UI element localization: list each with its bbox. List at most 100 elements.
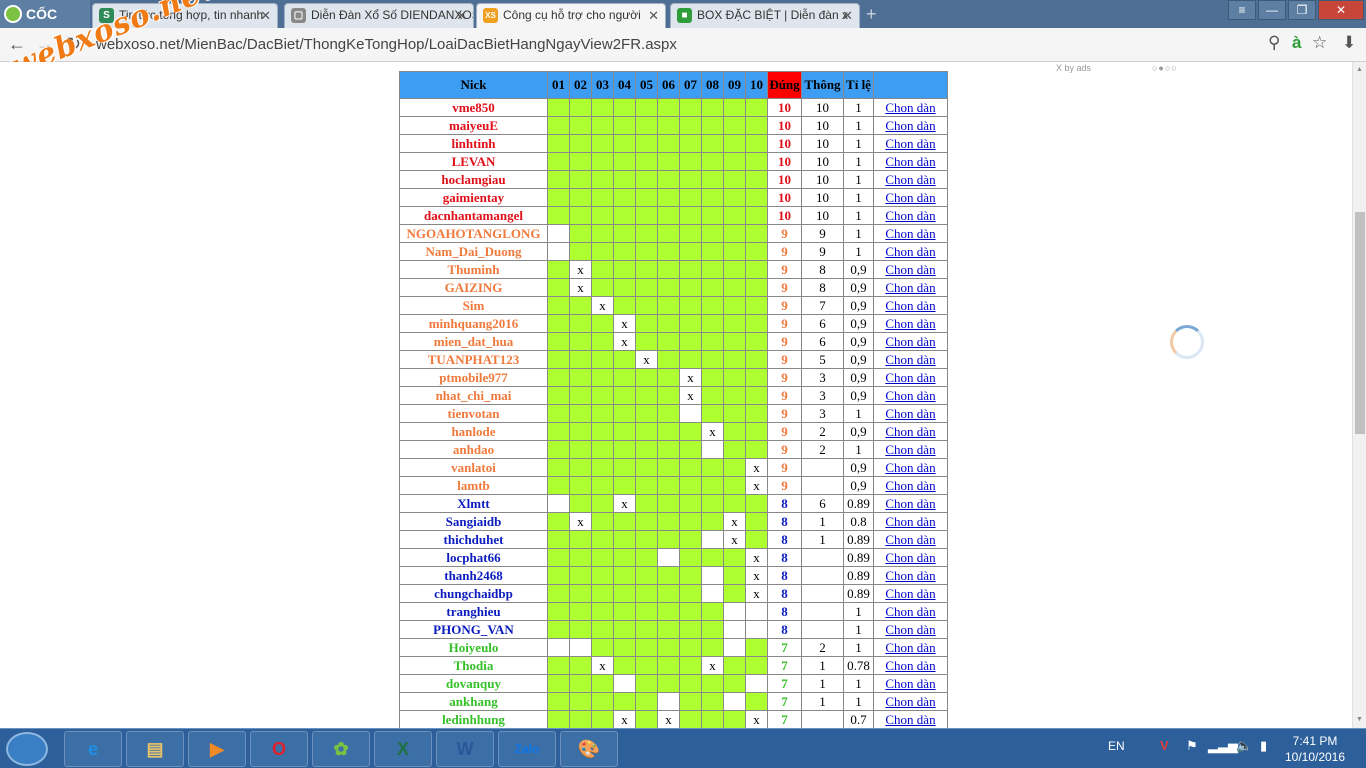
tab-close-icon[interactable]: ✕: [456, 4, 467, 27]
chon-dan-link[interactable]: Chon dàn: [885, 496, 935, 511]
chon-dan-link[interactable]: Chon dàn: [885, 460, 935, 475]
chon-dan-link[interactable]: Chon dàn: [885, 604, 935, 619]
chon-dan-link[interactable]: Chon dàn: [885, 406, 935, 421]
taskbar-word-icon[interactable]: W: [436, 731, 494, 767]
chon-dan-link[interactable]: Chon dàn: [885, 334, 935, 349]
chon-cell: Chon dàn: [873, 98, 948, 117]
day-hit-cell: [591, 332, 614, 351]
table-row: locphat66 x 8 0.89 Chon dàn: [399, 548, 948, 567]
chon-dan-link[interactable]: Chon dàn: [885, 388, 935, 403]
taskbar-opera-icon[interactable]: O: [250, 731, 308, 767]
chon-dan-link[interactable]: Chon dàn: [885, 352, 935, 367]
day-hit-cell: [569, 458, 592, 477]
tab-dien-dan[interactable]: ▢ Diễn Đàn Xổ Số DIENDANXOSO ✕: [284, 3, 474, 28]
chon-dan-link[interactable]: Chon dàn: [885, 154, 935, 169]
day-hit-cell: [657, 368, 680, 387]
chon-dan-link[interactable]: Chon dàn: [885, 244, 935, 259]
taskbar-media-player-icon[interactable]: ▶: [188, 731, 246, 767]
thong-cell: 10: [801, 170, 844, 189]
chon-dan-link[interactable]: Chon dàn: [885, 316, 935, 331]
chon-dan-link[interactable]: Chon dàn: [885, 532, 935, 547]
chon-dan-link[interactable]: Chon dàn: [885, 676, 935, 691]
chon-dan-link[interactable]: Chon dàn: [885, 298, 935, 313]
tile-cell: 0.7: [843, 710, 874, 728]
language-indicator[interactable]: EN: [1108, 739, 1125, 753]
flag-icon[interactable]: ⚑: [1186, 738, 1198, 754]
header-day: 08: [701, 71, 724, 99]
volume-icon[interactable]: 🔈: [1236, 738, 1252, 754]
chon-dan-link[interactable]: Chon dàn: [885, 568, 935, 583]
scroll-up-icon[interactable]: ▲: [1356, 66, 1363, 73]
header-nick: Nick: [399, 71, 548, 99]
chon-dan-link[interactable]: Chon dàn: [885, 100, 935, 115]
download-icon[interactable]: ⬇: [1342, 33, 1356, 53]
chon-dan-link[interactable]: Chon dàn: [885, 190, 935, 205]
chon-dan-link[interactable]: Chon dàn: [885, 118, 935, 133]
minimize-button[interactable]: —: [1258, 0, 1286, 20]
dung-cell: 8: [767, 566, 802, 585]
thong-cell: 1: [801, 656, 844, 675]
battery-icon[interactable]: ▮: [1260, 738, 1267, 754]
day-hit-cell: [613, 422, 636, 441]
chon-dan-link[interactable]: Chon dàn: [885, 658, 935, 673]
taskbar-zalo-icon[interactable]: Zalo: [498, 731, 556, 767]
chon-dan-link[interactable]: Chon dàn: [885, 136, 935, 151]
day-hit-cell: [591, 278, 614, 297]
taskbar-coccoc-icon[interactable]: ✿: [312, 731, 370, 767]
table-row: tienvotan 9 3 1 Chon dàn: [399, 404, 948, 423]
taskbar-paint-icon[interactable]: 🎨: [560, 731, 618, 767]
chon-dan-link[interactable]: Chon dàn: [885, 640, 935, 655]
nick-cell: Hoiyeulo: [399, 638, 548, 657]
ads-dots[interactable]: ○●○○: [1152, 63, 1178, 73]
scrollbar-thumb[interactable]: [1355, 212, 1365, 434]
chon-dan-link[interactable]: Chon dàn: [885, 172, 935, 187]
tab-cong-cu[interactable]: XS Công cụ hỗ trợ cho người ✕: [476, 3, 666, 28]
chon-cell: Chon dàn: [873, 548, 948, 567]
tab-box-dac-biet[interactable]: ■ BOX ĐẶC BIỆT | Diễn đàn x ✕: [670, 3, 860, 28]
taskbar-ie-icon[interactable]: e: [64, 731, 122, 767]
day-hit-cell: [679, 674, 702, 693]
day-hit-cell: [635, 260, 658, 279]
antivirus-icon[interactable]: V: [1160, 738, 1169, 753]
search-icon[interactable]: ⚲: [1268, 33, 1280, 53]
day-hit-cell: [635, 638, 658, 657]
start-button[interactable]: [6, 732, 48, 766]
menu-button[interactable]: ≡: [1228, 0, 1256, 20]
network-icon[interactable]: ▂▃▅: [1208, 738, 1238, 754]
chon-dan-link[interactable]: Chon dàn: [885, 586, 935, 601]
day-hit-cell: [547, 692, 570, 711]
scroll-down-icon[interactable]: ▼: [1356, 716, 1363, 723]
close-window-button[interactable]: ✕: [1318, 0, 1364, 20]
system-clock[interactable]: 7:41 PM 10/10/2016: [1284, 733, 1346, 765]
chon-dan-link[interactable]: Chon dàn: [885, 478, 935, 493]
day-hit-cell: [723, 134, 746, 153]
day-hit-cell: [723, 350, 746, 369]
tab-close-icon[interactable]: ✕: [842, 4, 853, 27]
chon-dan-link[interactable]: Chon dàn: [885, 370, 935, 385]
day-miss-cell: x: [591, 656, 614, 675]
day-hit-cell: [679, 278, 702, 297]
translate-icon[interactable]: à: [1292, 33, 1301, 53]
taskbar-excel-icon[interactable]: X: [374, 731, 432, 767]
restore-button[interactable]: ❐: [1288, 0, 1316, 20]
chon-dan-link[interactable]: Chon dàn: [885, 262, 935, 277]
new-tab-button[interactable]: +: [866, 4, 877, 25]
tab-close-icon[interactable]: ✕: [648, 4, 659, 27]
chon-dan-link[interactable]: Chon dàn: [885, 424, 935, 439]
chon-dan-link[interactable]: Chon dàn: [885, 622, 935, 637]
chon-dan-link[interactable]: Chon dàn: [885, 226, 935, 241]
bookmark-star-icon[interactable]: ☆: [1312, 33, 1327, 53]
chon-dan-link[interactable]: Chon dàn: [885, 280, 935, 295]
day-hit-cell: [679, 494, 702, 513]
tab-close-icon[interactable]: ✕: [260, 4, 271, 27]
day-hit-cell: [679, 170, 702, 189]
chon-dan-link[interactable]: Chon dàn: [885, 694, 935, 709]
chon-dan-link[interactable]: Chon dàn: [885, 208, 935, 223]
vertical-scrollbar[interactable]: ▲ ▼: [1352, 62, 1366, 728]
chon-dan-link[interactable]: Chon dàn: [885, 712, 935, 727]
chon-dan-link[interactable]: Chon dàn: [885, 550, 935, 565]
address-bar[interactable]: webxoso.net/MienBac/DacBiet/ThongKeTongH…: [96, 34, 1336, 56]
chon-dan-link[interactable]: Chon dàn: [885, 442, 935, 457]
chon-dan-link[interactable]: Chon dàn: [885, 514, 935, 529]
taskbar-explorer-icon[interactable]: ▤: [126, 731, 184, 767]
